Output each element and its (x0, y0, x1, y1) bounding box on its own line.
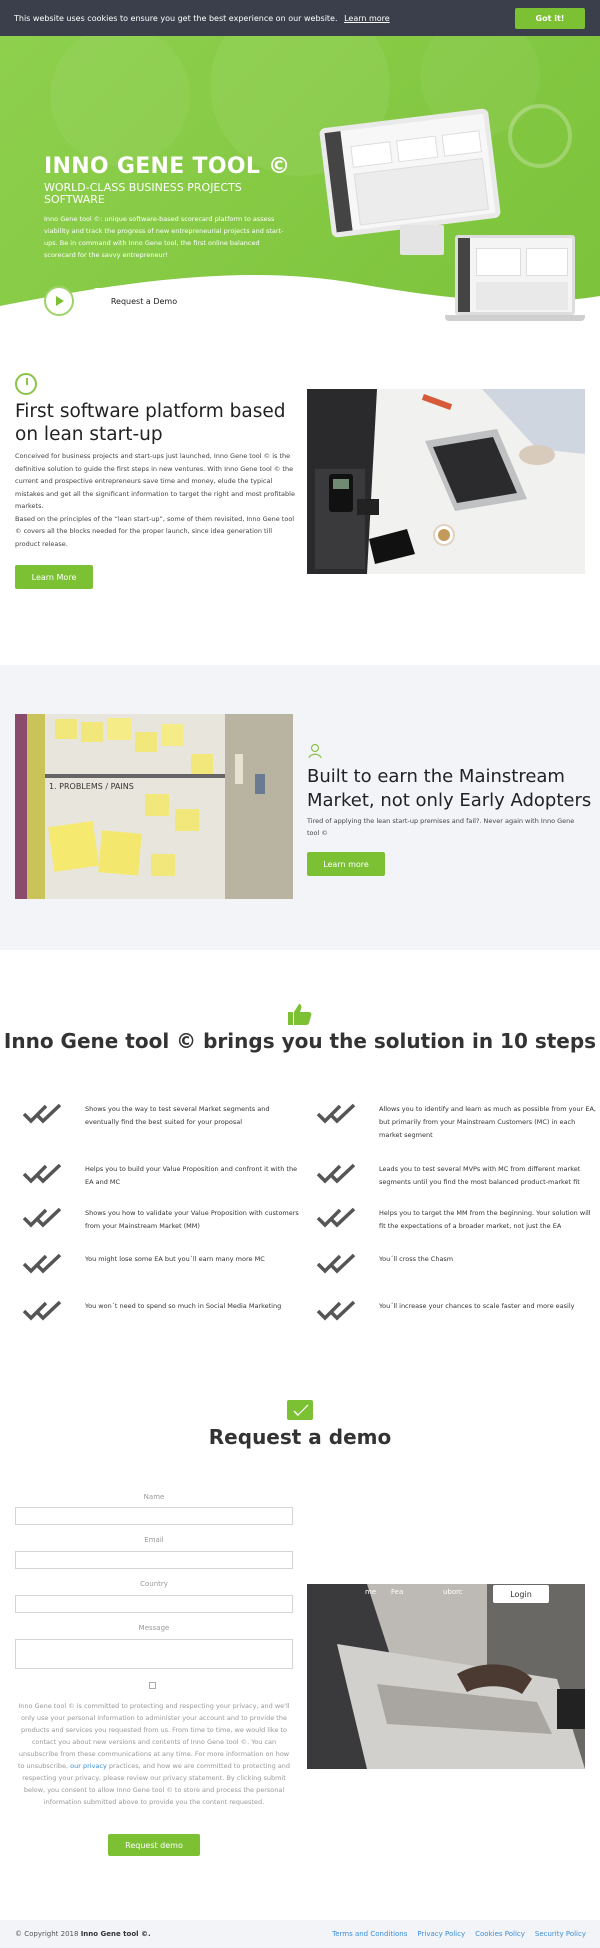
country-field[interactable] (15, 1595, 293, 1613)
desk-photo-illustration (307, 389, 585, 574)
step-text: Allows you to identify and learn as much… (379, 1105, 596, 1139)
learn-more-button-2[interactable]: Learn more (307, 852, 385, 876)
step-text: You´ll increase your chances to scale fa… (379, 1302, 575, 1310)
photo-nav-item-1: me (365, 1588, 377, 1596)
monitor-stand (400, 225, 444, 255)
cookie-accept-button[interactable]: Got it! (515, 8, 585, 29)
photo-login-button: Login (493, 1585, 549, 1603)
double-check-icon (316, 1103, 356, 1124)
photo-nav-item-2: Fea (391, 1588, 404, 1596)
double-check-icon (316, 1253, 356, 1274)
desk-photo (307, 389, 585, 574)
cookie-message: This website uses cookies to ensure you … (14, 14, 390, 23)
laptop-typing-illustration (307, 1584, 585, 1769)
double-check-icon (22, 1253, 62, 1274)
privacy-link[interactable]: our privacy (70, 1762, 107, 1770)
cookie-text: This website uses cookies to ensure you … (14, 13, 338, 23)
request-demo-button[interactable]: Request a Demo (94, 288, 194, 314)
steps-title: Inno Gene tool © brings you the solution… (3, 1029, 597, 1053)
consent-checkbox[interactable] (149, 1682, 156, 1689)
step-text: You won´t need to spend so much in Socia… (85, 1302, 282, 1310)
monitor-illustration (318, 108, 502, 238)
section2-text: Tired of applying the lean start-up prem… (307, 817, 575, 837)
step-text: Shows you how to validate your Value Pro… (85, 1209, 299, 1230)
name-field[interactable] (15, 1507, 293, 1525)
privacy-text-part-1: Inno Gene tool © is committed to protect… (17, 1702, 290, 1770)
step-text: Helps you to target the MM from the begi… (379, 1209, 591, 1230)
double-check-icon (316, 1207, 356, 1228)
double-check-icon (316, 1300, 356, 1321)
cookie-bar: This website uses cookies to ensure you … (0, 0, 600, 36)
hero-title: INNO GENE TOOL © (44, 154, 291, 179)
double-check-icon (22, 1300, 62, 1321)
security-policy-link[interactable]: Security Policy (535, 1930, 586, 1938)
double-check-icon (22, 1103, 62, 1124)
footer: © Copyright 2018 Inno Gene tool ©. Terms… (0, 1920, 600, 1948)
step-text: You might lose some EA but you´ll earn m… (85, 1255, 265, 1263)
cookie-learn-more-link[interactable]: Learn more (344, 14, 390, 23)
hero-description: Inno Gene tool ©: unique software-based … (44, 215, 284, 259)
message-field[interactable] (15, 1639, 293, 1669)
sticky-notes-illustration: 1. PROBLEMS / PAINS (15, 714, 293, 899)
laptop-base (445, 315, 585, 321)
copyright-brand: Inno Gene tool ©. (80, 1930, 151, 1938)
double-check-icon (22, 1207, 62, 1228)
user-icon (308, 743, 322, 759)
section1-paragraph-2: Based on the principles of the “lean sta… (15, 514, 295, 548)
double-check-icon (22, 1163, 62, 1184)
footer-links: Terms and Conditions Privacy Policy Cook… (332, 1930, 586, 1938)
privacy-policy-link[interactable]: Privacy Policy (417, 1930, 465, 1938)
step-text: Helps you to build your Value Propositio… (85, 1165, 298, 1186)
laptop-illustration (455, 235, 575, 315)
laptop-typing-photo: me Fea uborc Login (307, 1584, 585, 1769)
message-label: Message (138, 1624, 170, 1632)
step-text: Shows you the way to test several Market… (85, 1105, 270, 1126)
copyright: © Copyright 2018 Inno Gene tool ©. (15, 1930, 151, 1938)
cookies-policy-link[interactable]: Cookies Policy (475, 1930, 525, 1938)
section1-paragraph-1: Conceived for business projects and star… (15, 452, 295, 510)
copyright-text: © Copyright 2018 (15, 1930, 79, 1938)
board-heading: 1. PROBLEMS / PAINS (49, 782, 134, 791)
sticky-notes-photo: 1. PROBLEMS / PAINS (15, 714, 293, 899)
terms-link[interactable]: Terms and Conditions (332, 1930, 407, 1938)
email-label: Email (144, 1536, 164, 1544)
privacy-text: Inno Gene tool © is committed to protect… (15, 1700, 293, 1808)
double-check-icon (316, 1163, 356, 1184)
thumbs-up-icon (288, 1004, 312, 1025)
clock-icon (15, 373, 37, 395)
photo-nav-item-3: uborc (443, 1588, 463, 1596)
learn-more-button[interactable]: Learn More (15, 565, 93, 589)
play-video-button[interactable] (44, 286, 74, 316)
section1-text: Conceived for business projects and star… (15, 450, 295, 550)
country-label: Country (140, 1580, 168, 1588)
step-text: Leads you to test several MVPs with MC f… (379, 1165, 581, 1186)
envelope-icon (287, 1400, 313, 1420)
name-label: Name (143, 1493, 165, 1501)
hero-subtitle: WORLD-CLASS BUSINESS PROJECTS SOFTWARE (44, 181, 242, 206)
section2-title: Built to earn the Mainstream Market, not… (307, 766, 592, 811)
section1-title: First software platform based on lean st… (15, 401, 286, 445)
step-text: You´ll cross the Chasm (379, 1255, 454, 1263)
request-demo-title: Request a demo (208, 1425, 392, 1449)
email-field[interactable] (15, 1551, 293, 1569)
submit-demo-button[interactable]: Request demo (108, 1834, 200, 1856)
